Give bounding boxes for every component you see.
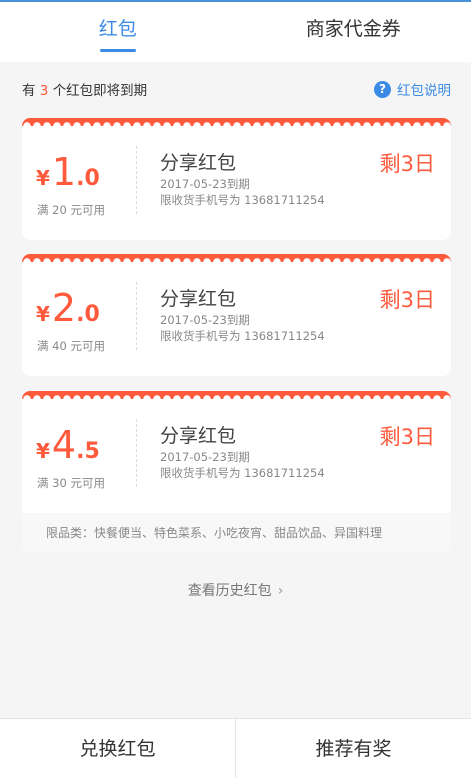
currency-symbol: ¥	[36, 439, 50, 463]
card-title: 分享红包	[160, 288, 237, 310]
red-packet-card[interactable]: ¥ 4 .5 满 30 元可用 分享红包 2017-05-23到期 限收货手机号…	[22, 391, 451, 513]
tab-bar: 红包 商家代金券	[0, 0, 471, 62]
help-label: 红包说明	[397, 83, 451, 99]
redeem-button[interactable]: 兑换红包	[0, 719, 235, 778]
view-history-link[interactable]: 查看历史红包 ›	[0, 580, 471, 600]
days-remaining: 剩3日	[379, 152, 435, 176]
scalloped-border	[22, 254, 451, 262]
scalloped-border	[22, 118, 451, 126]
days-remaining: 剩3日	[379, 288, 435, 312]
scalloped-border	[22, 391, 451, 399]
expiry-date: 2017-05-23到期	[160, 450, 250, 464]
amount-decimal: .0	[76, 302, 100, 327]
amount: ¥ 1 .0	[36, 152, 100, 192]
currency-symbol: ¥	[36, 302, 50, 326]
usage-condition: 满 30 元可用	[37, 476, 105, 490]
amount-integer: 2	[51, 286, 77, 330]
currency-symbol: ¥	[36, 166, 50, 190]
phone-restriction: 限收货手机号为 13681711254	[160, 466, 325, 480]
dashed-divider	[136, 419, 137, 487]
amount-decimal: .5	[76, 439, 100, 464]
bottom-action-bar: 兑换红包 推荐有奖	[0, 718, 471, 778]
amount-integer: 1	[51, 150, 77, 194]
card-title: 分享红包	[160, 152, 237, 174]
dashed-divider	[136, 282, 137, 350]
question-icon: ?	[374, 80, 391, 98]
category-restriction: 限品类：快餐便当、特色菜系、小吃夜宵、甜品饮品、异国料理	[22, 513, 451, 553]
referral-button[interactable]: 推荐有奖	[235, 719, 471, 778]
amount: ¥ 2 .0	[36, 288, 100, 328]
red-packet-card[interactable]: ¥ 1 .0 满 20 元可用 分享红包 2017-05-23到期 限收货手机号…	[22, 118, 451, 240]
days-remaining: 剩3日	[379, 425, 435, 449]
phone-restriction: 限收货手机号为 13681711254	[160, 193, 325, 207]
chevron-right-icon: ›	[277, 583, 284, 599]
tab-red-packets[interactable]: 红包	[0, 2, 236, 62]
help-link[interactable]: ? 红包说明	[374, 79, 451, 99]
notice-text: 有 3 个红包即将到期	[22, 79, 147, 99]
usage-condition: 满 40 元可用	[37, 339, 105, 353]
expiry-notice: 有 3 个红包即将到期 ? 红包说明	[22, 78, 451, 100]
usage-condition: 满 20 元可用	[37, 203, 105, 217]
dashed-divider	[136, 146, 137, 214]
notice-count: 3	[39, 83, 49, 99]
expiry-date: 2017-05-23到期	[160, 177, 250, 191]
tab-merchant-vouchers[interactable]: 商家代金券	[236, 2, 471, 62]
notice-prefix: 有	[22, 83, 36, 99]
notice-suffix: 个红包即将到期	[52, 83, 148, 99]
phone-restriction: 限收货手机号为 13681711254	[160, 329, 325, 343]
expiry-date: 2017-05-23到期	[160, 313, 250, 327]
red-packet-card[interactable]: ¥ 2 .0 满 40 元可用 分享红包 2017-05-23到期 限收货手机号…	[22, 254, 451, 376]
card-title: 分享红包	[160, 425, 237, 447]
amount-decimal: .0	[76, 166, 100, 191]
amount: ¥ 4 .5	[36, 425, 100, 465]
amount-integer: 4	[51, 423, 77, 467]
history-label: 查看历史红包	[187, 583, 272, 599]
